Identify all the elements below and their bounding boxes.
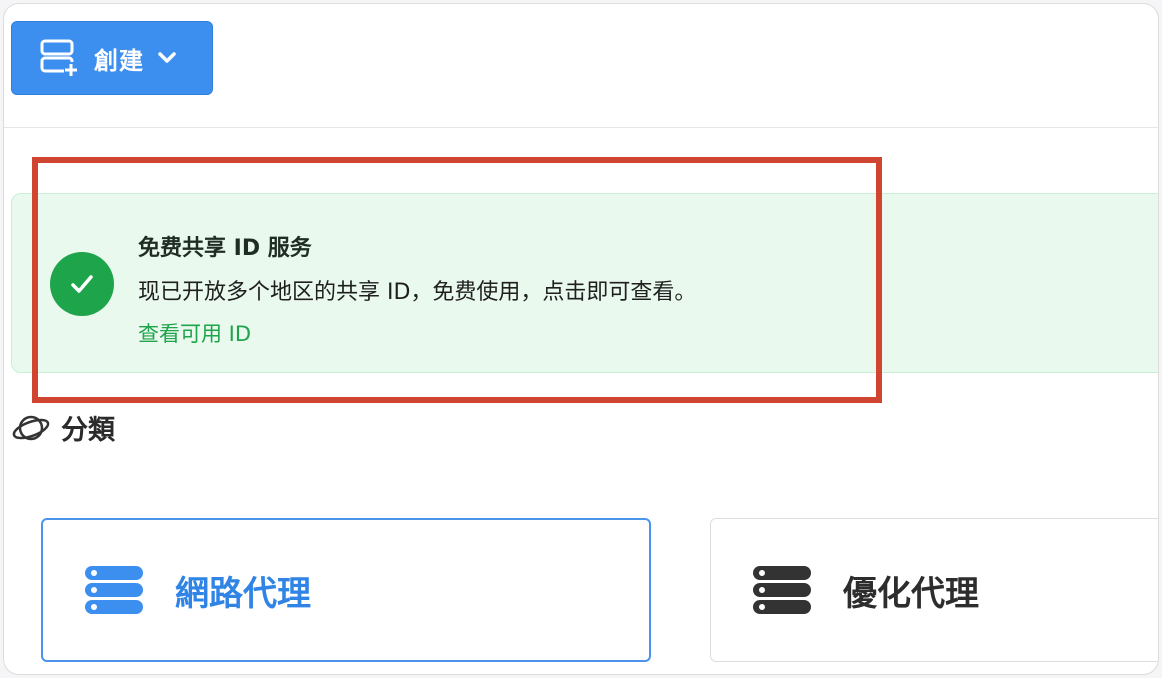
chevron-down-icon <box>158 52 176 63</box>
create-button-label: 創建 <box>94 46 144 75</box>
app-frame: 創建 免费共享 ID 服务 现已开放多个地区的共享 ID，免费使用，点击即可查看… <box>3 3 1159 675</box>
category-heading: 分類 <box>11 408 115 447</box>
check-circle-icon <box>50 252 114 316</box>
card-label: 優化代理 <box>843 573 979 614</box>
create-button[interactable]: 創建 <box>11 21 213 95</box>
header-divider <box>4 127 1158 128</box>
view-available-id-link[interactable]: 查看可用 ID <box>138 318 251 348</box>
card-label: 網路代理 <box>175 573 311 614</box>
create-layout-icon <box>40 39 78 76</box>
category-card-optimized-proxy[interactable]: 優化代理 <box>710 518 1158 662</box>
server-stack-icon <box>85 566 143 614</box>
server-stack-icon <box>753 566 811 614</box>
shared-id-alert: 免费共享 ID 服务 现已开放多个地区的共享 ID，免费使用，点击即可查看。 查… <box>11 193 1158 373</box>
planet-icon <box>12 415 50 440</box>
alert-message: 现已开放多个地区的共享 ID，免费使用，点击即可查看。 <box>138 280 697 305</box>
category-card-network-proxy[interactable]: 網路代理 <box>41 518 651 662</box>
alert-title: 免费共享 ID 服务 <box>138 236 312 261</box>
category-title: 分類 <box>61 415 115 446</box>
